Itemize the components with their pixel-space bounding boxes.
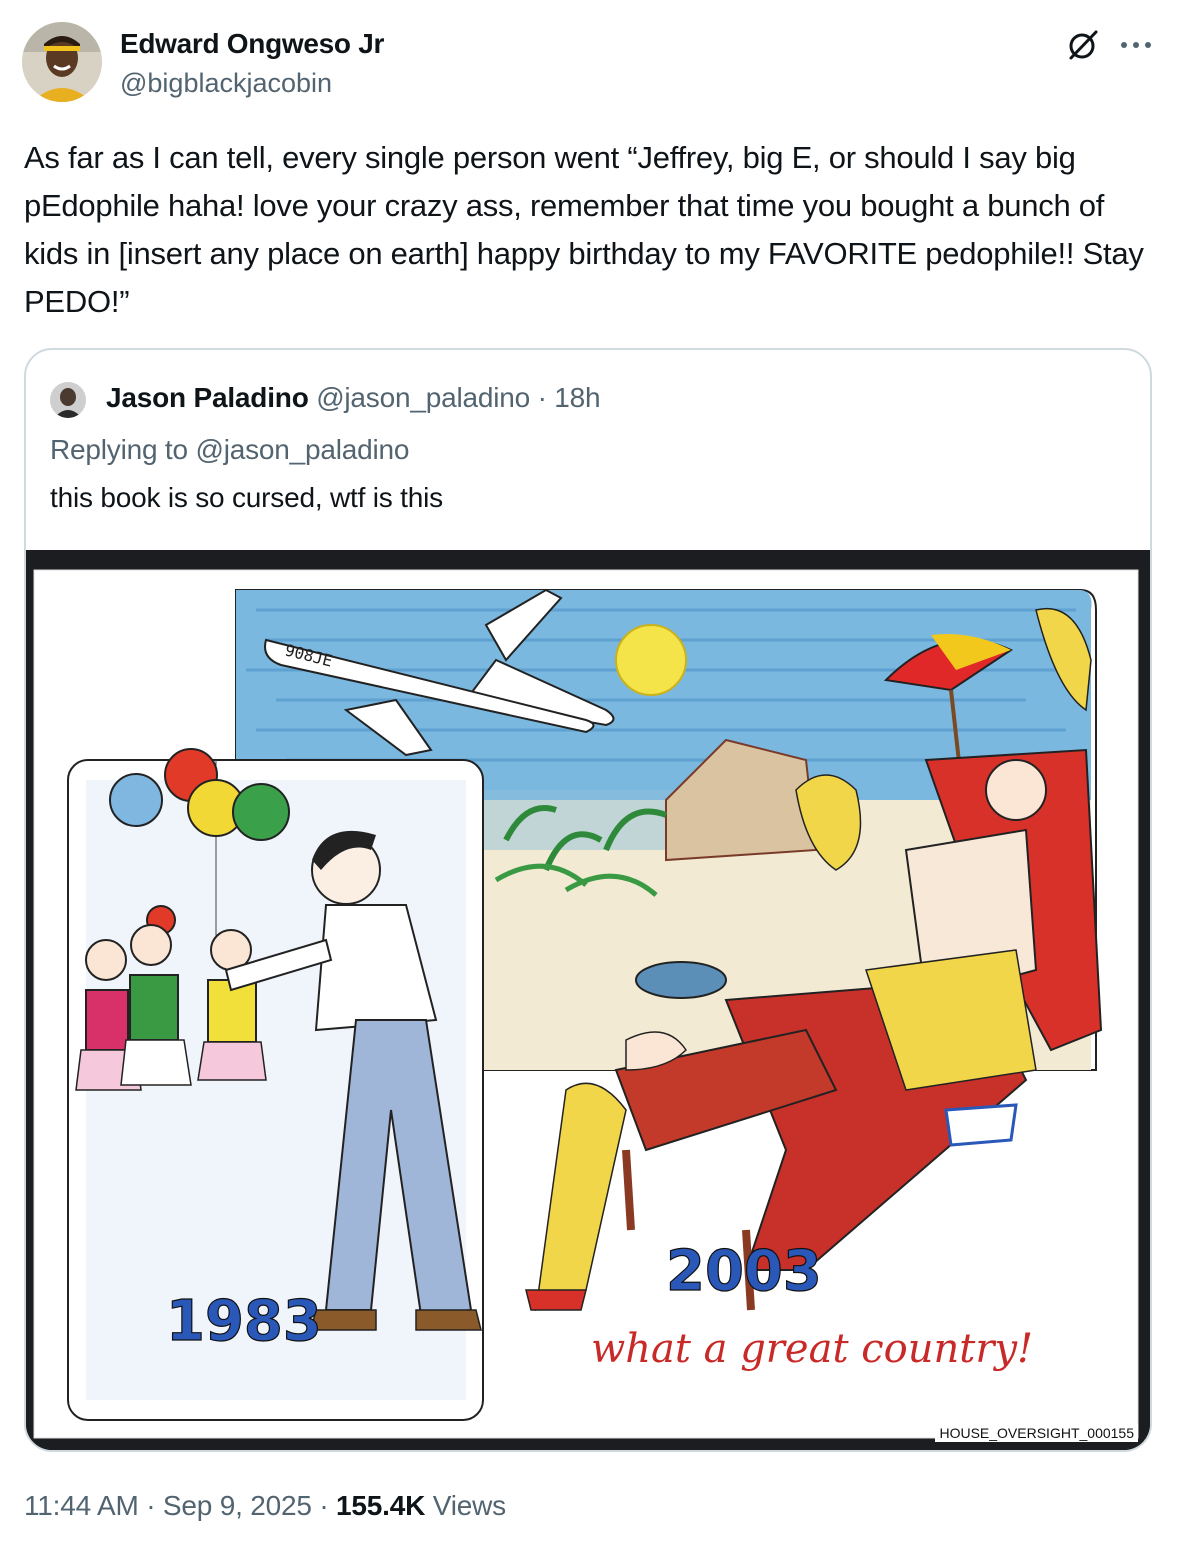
replying-to-handle[interactable]: @jason_paladino <box>195 434 409 465</box>
quoted-author-avatar <box>50 382 86 418</box>
grok-icon[interactable] <box>1066 28 1100 62</box>
author-display-name[interactable]: Edward Ongweso Jr <box>120 28 384 60</box>
footer-separator: · <box>138 1490 163 1521</box>
year-2003: 2003 <box>666 1239 822 1304</box>
drawing-illustration: 908JE 1983 2003 what a great country! <box>26 550 1150 1450</box>
quoted-time[interactable]: 18h <box>554 382 600 413</box>
quoted-meta: Jason Paladino @jason_paladino · 18h <box>106 382 601 414</box>
views-count[interactable]: 155.4K <box>336 1490 425 1521</box>
year-1983: 1983 <box>166 1289 322 1354</box>
quoted-avatar-image <box>50 382 86 418</box>
replying-to-prefix: Replying to <box>50 434 196 465</box>
quoted-separator: · <box>530 382 555 413</box>
quoted-handle[interactable]: @jason_paladino <box>316 382 530 413</box>
post-time[interactable]: 11:44 AM <box>24 1490 139 1521</box>
author-avatar[interactable] <box>22 22 102 102</box>
quoted-image[interactable]: 908JE 1983 2003 what a great country! HO… <box>26 550 1150 1450</box>
author-handle[interactable]: @bigblackjacobin <box>120 68 332 99</box>
more-options-icon[interactable] <box>1116 30 1156 60</box>
post-date[interactable]: Sep 9, 2025 <box>163 1490 312 1521</box>
quoted-display-name[interactable]: Jason Paladino <box>106 382 309 413</box>
footer-separator: · <box>311 1490 337 1521</box>
quoted-tweet[interactable]: Jason Paladino @jason_paladino · 18h Rep… <box>24 348 1152 1452</box>
tweet-text: As far as I can tell, every single perso… <box>24 140 1144 319</box>
slogan-text: what a great country! <box>591 1326 1033 1372</box>
tweet-footer: 11:44 AM · Sep 9, 2025 · 155.4K Views <box>24 1490 506 1522</box>
views-label: Views <box>425 1490 506 1521</box>
document-watermark: HOUSE_OVERSIGHT_000155 <box>935 1424 1138 1442</box>
quoted-text: this book is so cursed, wtf is this <box>50 482 443 513</box>
avatar-image <box>22 22 102 102</box>
replying-to: Replying to @jason_paladino <box>50 434 409 466</box>
tweet-header: Edward Ongweso Jr @bigblackjacobin <box>22 22 1156 104</box>
